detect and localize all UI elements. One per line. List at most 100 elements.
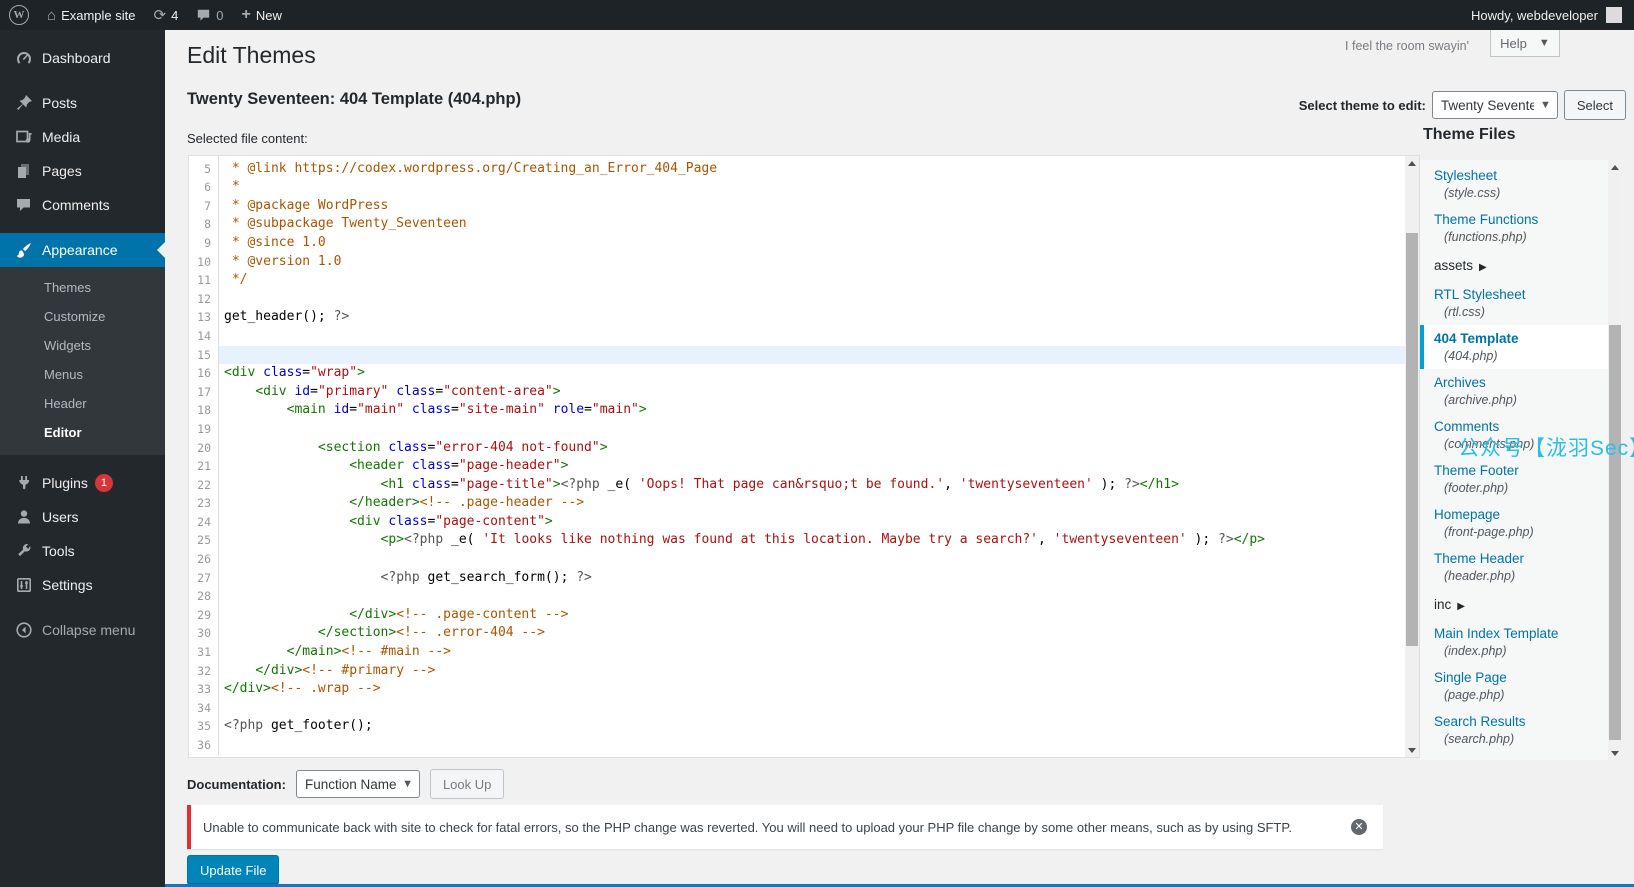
code-line: 21 <header class="page-header"> [189, 457, 1405, 476]
documentation-select[interactable]: Function Name… ▼ [295, 770, 420, 798]
line-number: 11 [189, 271, 219, 290]
theme-file-link[interactable]: Search Results [1434, 714, 1598, 729]
theme-file-filename: (front-page.php) [1444, 525, 1534, 539]
documentation-label: Documentation: [187, 776, 286, 792]
sidebar-item-tools[interactable]: Tools [0, 534, 165, 568]
user-avatar[interactable] [1606, 7, 1622, 23]
sidebar-item-comments[interactable]: Comments [0, 188, 165, 222]
code-editor[interactable]: 45 * @link https://codex.wordpress.org/C… [188, 155, 1420, 758]
theme-file-link[interactable]: Theme Functions [1434, 212, 1598, 227]
line-code: * @subpackage Twenty_Seventeen [224, 216, 467, 232]
line-number: 19 [189, 419, 219, 439]
theme-file-item[interactable]: Main Index Template (index.php) [1420, 620, 1608, 664]
look-up-button[interactable]: Look Up [429, 769, 505, 799]
collapse-menu-button[interactable]: Collapse menu [0, 613, 165, 647]
sidebar-item-plugins[interactable]: Plugins 1 [0, 466, 165, 500]
sidebar-item-pages[interactable]: Pages [0, 154, 165, 188]
theme-file-filename: (page.php) [1444, 688, 1505, 702]
theme-file-item[interactable]: Stylesheet (style.css) [1420, 162, 1608, 206]
theme-file-item[interactable]: Theme Functions (functions.php) [1420, 206, 1608, 250]
sidebar-item-customize[interactable]: Customize [0, 302, 165, 331]
code-area[interactable]: 45 * @link https://codex.wordpress.org/C… [189, 156, 1405, 757]
theme-file-link[interactable]: Homepage [1434, 507, 1598, 522]
collapse-circle-icon [14, 621, 34, 639]
line-number: 31 [189, 643, 219, 662]
theme-folder-assets[interactable]: assets ▶ [1420, 250, 1608, 281]
theme-file-item[interactable]: Single Page (page.php) [1420, 664, 1608, 708]
sidebar-item-editor[interactable]: Editor [0, 418, 165, 447]
updates-count: 4 [171, 7, 179, 23]
updates-link[interactable]: ⟳ 4 [144, 0, 187, 30]
code-line: 34 [189, 698, 1405, 718]
pushpin-icon [14, 94, 34, 112]
sidebar-item-dashboard[interactable]: Dashboard [0, 41, 165, 75]
theme-file-link[interactable]: Theme Footer [1434, 463, 1598, 478]
folder-name: inc [1434, 597, 1452, 612]
line-number: 24 [189, 512, 219, 532]
theme-file-item[interactable]: Theme Header (header.php) [1420, 545, 1608, 589]
scroll-down-arrow[interactable] [1608, 746, 1622, 760]
line-code: <main id="main" class="site-main" role="… [286, 402, 647, 418]
sidebar-item-appearance[interactable]: Appearance [0, 233, 165, 267]
line-code: </main><!-- #main --> [286, 644, 451, 660]
update-file-button[interactable]: Update File [187, 855, 280, 885]
sidebar-item-menus[interactable]: Menus [0, 360, 165, 389]
theme-file-link[interactable]: Archives [1434, 375, 1598, 390]
theme-select[interactable]: Twenty Seventeen ▼ [1431, 91, 1558, 119]
page-title: Edit Themes [187, 42, 316, 68]
line-code: </header><!-- .page-header --> [349, 495, 585, 511]
folder-expand-icon: ▶ [1479, 262, 1487, 273]
select-theme-button[interactable]: Select [1563, 90, 1626, 120]
scroll-up-arrow[interactable] [1608, 160, 1622, 174]
sidebar-item-media[interactable]: Media [0, 120, 165, 154]
theme-file-link[interactable]: RTL Stylesheet [1434, 287, 1598, 302]
theme-files-scrollbar-thumb[interactable] [1609, 325, 1621, 740]
code-line: 10 * @version 1.0 [189, 252, 1405, 272]
editor-scrollbar-thumb[interactable] [1406, 233, 1418, 646]
line-number: 30 [189, 624, 219, 644]
code-line: 7 * @package WordPress [189, 196, 1405, 216]
theme-file-link[interactable]: Theme Header [1434, 551, 1598, 566]
sidebar-item-posts[interactable]: Posts [0, 86, 165, 120]
line-code: * @package WordPress [224, 197, 389, 213]
scroll-up-arrow[interactable] [1405, 156, 1419, 170]
editor-vertical-scrollbar[interactable] [1405, 156, 1419, 757]
dismiss-notice-icon[interactable]: ✕ [1351, 819, 1367, 835]
sidebar-item-users[interactable]: Users [0, 500, 165, 534]
theme-select-label: Select theme to edit: [1298, 97, 1426, 113]
theme-file-filename: (rtl.css) [1444, 305, 1485, 319]
line-number: 10 [189, 252, 219, 272]
help-button[interactable]: Help ▼ [1490, 30, 1560, 57]
sidebar-item-themes[interactable]: Themes [0, 273, 165, 302]
code-line: 28 [189, 587, 1405, 606]
line-number: 15 [189, 345, 219, 365]
theme-file-item[interactable]: Homepage (front-page.php) [1420, 501, 1608, 545]
theme-file-item[interactable]: RTL Stylesheet (rtl.css) [1420, 281, 1608, 325]
sidebar-item-label: Media [42, 129, 81, 145]
theme-file-link[interactable]: Single Page [1434, 670, 1598, 685]
error-notice-text: Unable to communicate back with site to … [203, 819, 1292, 835]
theme-folder-inc[interactable]: inc ▶ [1420, 589, 1608, 620]
comments-link[interactable]: 0 [187, 0, 232, 30]
theme-file-link[interactable]: 404 Template [1434, 331, 1598, 346]
wordpress-menu[interactable]: W [0, 0, 38, 30]
sidebar-item-settings[interactable]: Settings [0, 568, 165, 602]
theme-file-item[interactable]: Theme Footer (footer.php) [1420, 457, 1608, 501]
updates-icon: ⟳ [153, 7, 167, 24]
line-number: 12 [189, 289, 219, 309]
sidebar-item-widgets[interactable]: Widgets [0, 331, 165, 360]
theme-file-item[interactable]: Search Results (search.php) [1420, 708, 1608, 752]
theme-file-link[interactable]: Main Index Template [1434, 626, 1598, 641]
theme-file-item[interactable]: 404 Template (404.php) [1420, 325, 1608, 369]
sidebar-item-header[interactable]: Header [0, 389, 165, 418]
theme-file-item[interactable]: Archives (archive.php) [1420, 369, 1608, 413]
howdy-text[interactable]: Howdy, webdeveloper [1471, 8, 1598, 23]
line-code: * @since 1.0 [224, 234, 326, 250]
scroll-down-arrow[interactable] [1405, 743, 1419, 757]
theme-file-link[interactable]: Stylesheet [1434, 168, 1598, 183]
line-code: <div id="primary" class="content-area"> [255, 383, 561, 399]
site-link[interactable]: ⌂ Example site [38, 0, 144, 30]
new-content-menu[interactable]: + New [233, 0, 291, 30]
line-code: * [224, 179, 240, 195]
